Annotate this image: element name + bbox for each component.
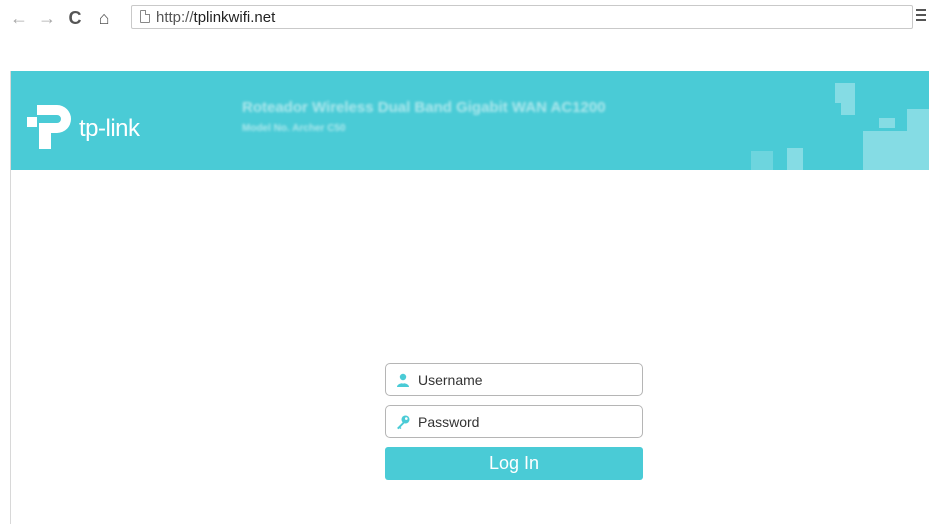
login-button[interactable]: Log In: [385, 447, 643, 480]
back-icon[interactable]: ←: [9, 8, 29, 28]
reload-icon[interactable]: C: [65, 8, 85, 28]
home-icon[interactable]: ⌂: [94, 8, 114, 28]
username-input[interactable]: [418, 369, 633, 391]
page-header: tp-link Roteador Wireless Dual Band Giga…: [11, 71, 929, 170]
tp-link-logo-icon: [27, 105, 71, 149]
header-decoration: [907, 109, 929, 170]
header-decoration: [863, 131, 907, 170]
header-decoration: [835, 83, 855, 103]
model-number: Model No. Archer C50: [242, 123, 346, 134]
browser-menu-icon[interactable]: [916, 9, 926, 23]
header-decoration: [751, 151, 773, 170]
browser-toolbar: ← → C ⌂ http://tplinkwifi.net: [0, 0, 929, 40]
header-decoration: [841, 103, 855, 115]
page-icon: [140, 10, 150, 23]
address-text: http://tplinkwifi.net: [156, 9, 275, 26]
password-input[interactable]: [418, 411, 633, 433]
user-icon: [397, 373, 409, 387]
address-bar[interactable]: http://tplinkwifi.net: [131, 5, 913, 29]
key-icon: [397, 415, 410, 430]
product-title: Roteador Wireless Dual Band Gigabit WAN …: [242, 99, 606, 116]
router-page: tp-link Roteador Wireless Dual Band Giga…: [10, 71, 929, 524]
brand-name: tp-link: [79, 115, 140, 142]
header-decoration: [787, 148, 803, 170]
url-scheme: http://: [156, 9, 194, 26]
username-field[interactable]: [385, 363, 643, 396]
password-field[interactable]: [385, 405, 643, 438]
forward-icon[interactable]: →: [37, 8, 57, 28]
url-host: tplinkwifi.net: [193, 9, 276, 26]
header-decoration: [879, 118, 895, 128]
